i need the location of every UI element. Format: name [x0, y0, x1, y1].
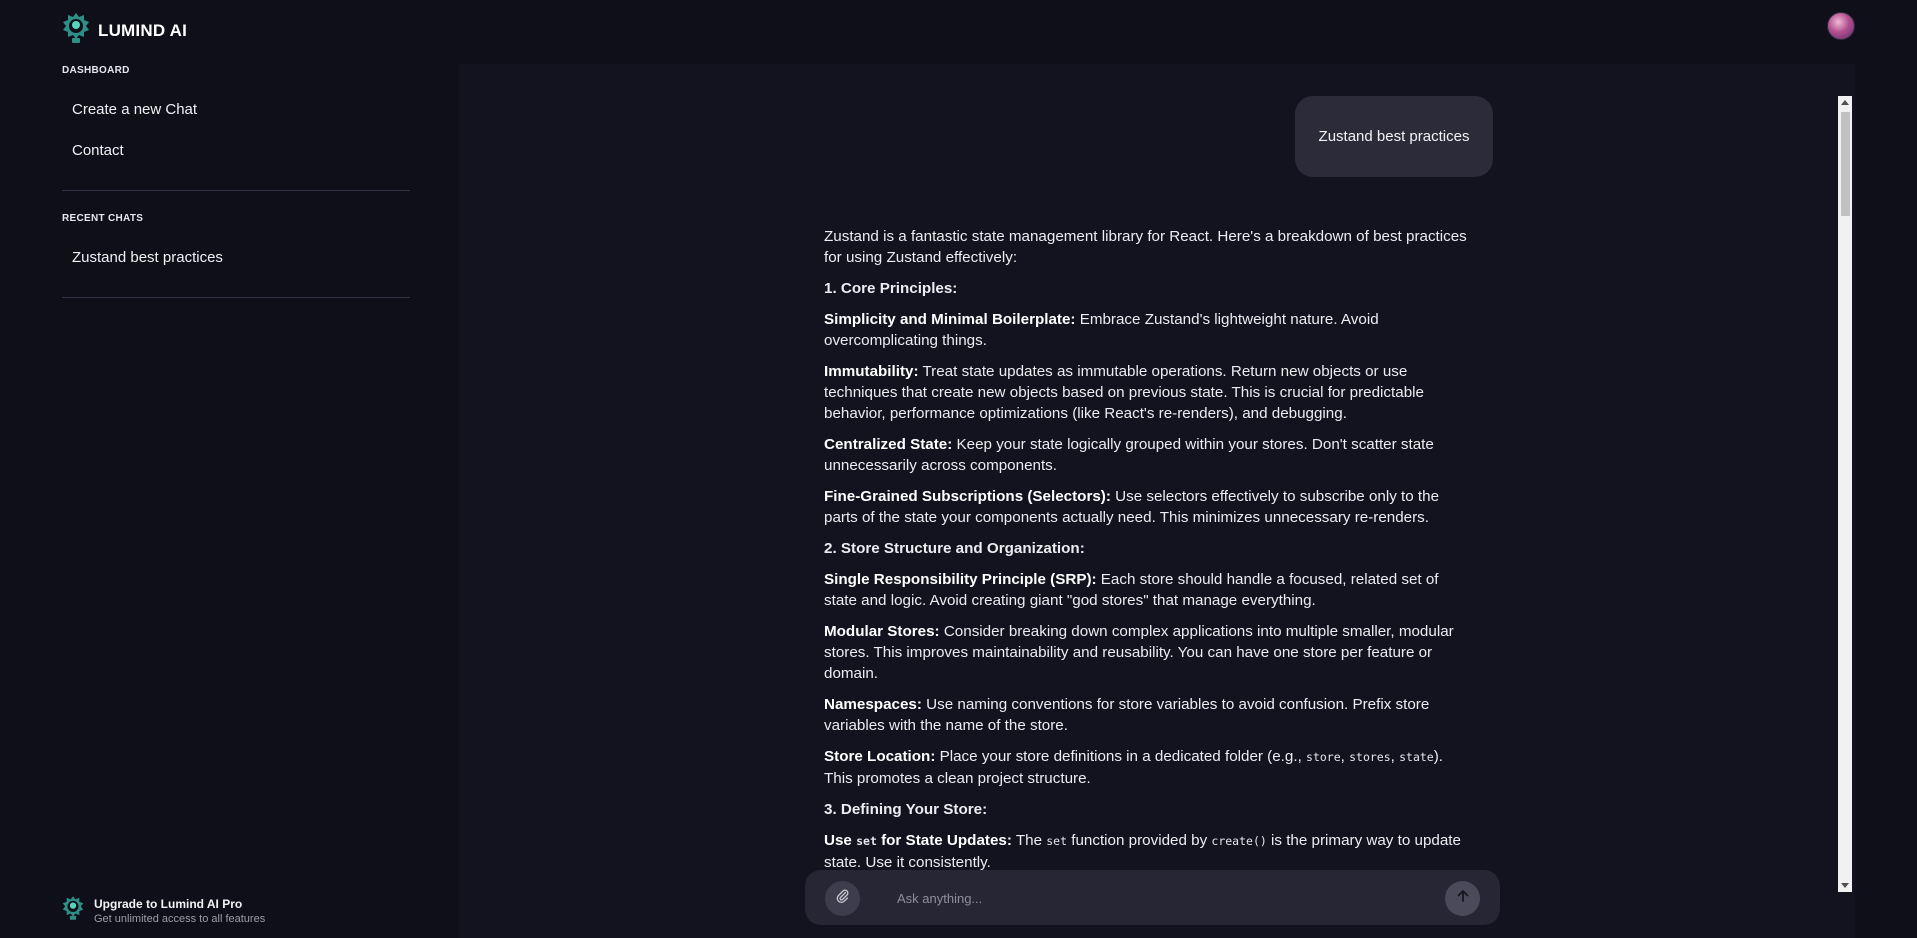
- arrow-up-icon: [1455, 888, 1471, 909]
- upgrade-title: Upgrade to Lumind AI Pro: [94, 896, 243, 911]
- section-heading: 3. Defining Your Store:: [824, 801, 988, 818]
- list-item: Use set for State Updates: The set funct…: [824, 830, 1474, 871]
- list-item: Store Location: Place your store definit…: [824, 746, 1474, 789]
- sidebar-divider: [62, 297, 410, 298]
- assistant-message: Zustand is a fantastic state management …: [824, 226, 1474, 871]
- send-button[interactable]: [1445, 881, 1480, 916]
- list-item: Single Responsibility Principle (SRP): E…: [824, 569, 1474, 611]
- section-heading: 2. Store Structure and Organization:: [824, 540, 1085, 557]
- upgrade-pro-card[interactable]: Upgrade to Lumind AI Pro Get unlimited a…: [62, 895, 265, 926]
- section-heading: 1. Core Principles:: [824, 280, 958, 297]
- bullet-list: Simplicity and Minimal Boilerplate: Embr…: [824, 309, 1474, 528]
- recent-chat-item[interactable]: Zustand best practices: [62, 239, 410, 275]
- bullet-list: Single Responsibility Principle (SRP): E…: [824, 569, 1474, 789]
- lumind-logo-icon: [62, 895, 84, 926]
- scroll-thumb[interactable]: [1841, 112, 1850, 216]
- sidebar-item-contact[interactable]: Contact: [62, 132, 410, 168]
- chat-scrollbar[interactable]: [1838, 96, 1852, 892]
- list-item: Namespaces: Use naming conventions for s…: [824, 694, 1474, 736]
- upgrade-subtitle: Get unlimited access to all features: [94, 912, 266, 925]
- paperclip-icon: [835, 888, 851, 909]
- scroll-down-arrow[interactable]: [1841, 883, 1849, 888]
- list-item: Fine-Grained Subscriptions (Selectors): …: [824, 486, 1474, 528]
- scroll-up-arrow[interactable]: [1841, 100, 1849, 105]
- ask-input[interactable]: [897, 884, 1417, 912]
- answer-intro: Zustand is a fantastic state management …: [824, 228, 1467, 266]
- attach-button[interactable]: [825, 881, 860, 916]
- brand[interactable]: LUMIND AI: [62, 12, 187, 49]
- user-message-bubble: Zustand best practices: [1295, 96, 1493, 177]
- list-item: Modular Stores: Consider breaking down c…: [824, 621, 1474, 684]
- list-item: Centralized State: Keep your state logic…: [824, 434, 1474, 476]
- bullet-list: Use set for State Updates: The set funct…: [824, 830, 1474, 871]
- dashboard-section-label: DASHBOARD: [62, 65, 130, 76]
- lumind-logo-icon: [62, 12, 90, 49]
- sidebar-divider: [62, 190, 410, 191]
- avatar[interactable]: [1827, 12, 1855, 40]
- list-item: Simplicity and Minimal Boilerplate: Embr…: [824, 309, 1474, 351]
- brand-name: LUMIND AI: [98, 20, 187, 40]
- list-item: Immutability: Treat state updates as imm…: [824, 361, 1474, 424]
- sidebar-item-create-chat[interactable]: Create a new Chat: [62, 91, 410, 127]
- chat-composer: [805, 870, 1500, 925]
- recent-chats-label: RECENT CHATS: [62, 213, 144, 224]
